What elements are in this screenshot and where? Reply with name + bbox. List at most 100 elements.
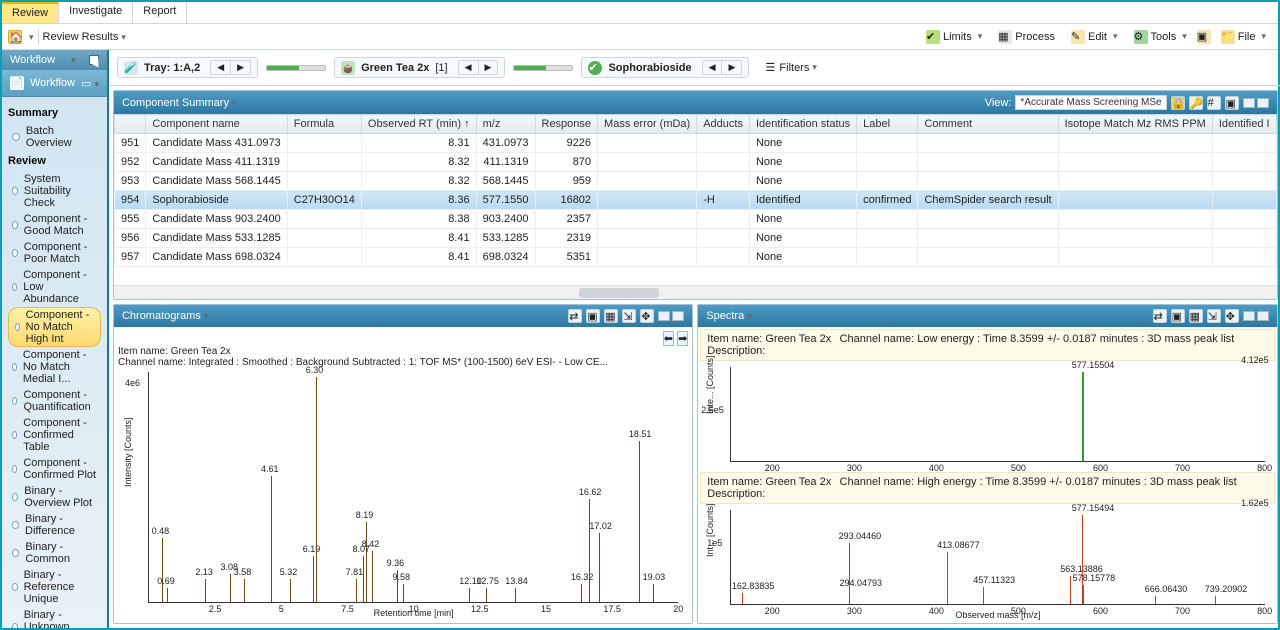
- tools-menu[interactable]: ⚙Tools: [1128, 28, 1193, 46]
- chrom-item: Item name: Green Tea 2x: [118, 346, 688, 357]
- chrom-ymax: 4e6: [125, 378, 140, 388]
- main-tabs: Review Investigate Report: [2, 2, 1278, 24]
- table-row[interactable]: 952Candidate Mass 411.13198.32411.131987…: [114, 153, 1276, 172]
- edit-menu[interactable]: ✎Edit: [1065, 28, 1124, 46]
- spec-win[interactable]: [1243, 311, 1269, 321]
- component-nav[interactable]: ◀▶: [702, 60, 743, 75]
- sidebar-item[interactable]: Component - No Match High Int: [8, 307, 101, 347]
- wf-opts-icon[interactable]: ▭: [81, 77, 99, 90]
- home-icon[interactable]: 🏠: [8, 30, 22, 44]
- sidebar-item[interactable]: Component - Good Match: [8, 211, 101, 239]
- col-header[interactable]: Comment: [918, 115, 1058, 134]
- sidebar-item[interactable]: Component - Quantification: [8, 387, 101, 415]
- col-header[interactable]: Observed RT (min) ↑: [361, 115, 476, 134]
- table-row[interactable]: 955Candidate Mass 903.24008.38903.240023…: [114, 210, 1276, 229]
- component-table[interactable]: Component nameFormulaObserved RT (min) ↑…: [114, 114, 1277, 267]
- filters-menu[interactable]: ☰Filters: [765, 61, 816, 75]
- view-label: View:: [985, 97, 1012, 109]
- export2-icon[interactable]: ⇲: [1207, 309, 1221, 323]
- table-row[interactable]: 954SophorabiosideC27H30O148.36577.155016…: [114, 191, 1276, 210]
- sample-icon: 🧉: [341, 61, 355, 75]
- col-header[interactable]: Isotope Match Mz RMS PPM: [1058, 115, 1212, 134]
- sidebar-item[interactable]: Binary - Unknown Unique: [8, 607, 101, 628]
- spectra-panel: Spectra ⇄ ▣ ▦ ⇲ ✥ Item name: Green Tea 2x Ch…: [697, 304, 1277, 624]
- workflow-title: 📄Workflow▭: [2, 70, 107, 97]
- sidebar-item[interactable]: Batch Overview: [8, 123, 101, 151]
- col-header[interactable]: Adducts: [697, 115, 750, 134]
- col-header[interactable]: Label: [857, 115, 918, 134]
- tab-review[interactable]: Review: [2, 2, 59, 23]
- spectra-title[interactable]: Spectra: [706, 310, 751, 322]
- context-bar: 🧪 Tray: 1:A,2 ◀▶ 🧉 Green Tea 2x [1] ◀▶ ✔…: [109, 50, 1280, 86]
- key-icon[interactable]: 🔑: [1189, 96, 1203, 110]
- spec-top-meta: Item name: Green Tea 2x Channel name: Lo…: [700, 329, 1274, 361]
- tab-report[interactable]: Report: [133, 2, 187, 23]
- view-select[interactable]: *Accurate Mass Screening MSe: [1015, 95, 1166, 110]
- home-dropdown[interactable]: [26, 31, 34, 43]
- link-icon[interactable]: ⇄: [568, 309, 582, 323]
- sidebar-item[interactable]: Binary - Common: [8, 539, 101, 567]
- spec-bot-xlab: Observed mass [m/z]: [955, 610, 1040, 620]
- copy4-icon[interactable]: ▣: [1171, 309, 1185, 323]
- table-row[interactable]: 951Candidate Mass 431.09738.31431.097392…: [114, 134, 1276, 153]
- table-row[interactable]: 956Candidate Mass 533.12858.41533.128523…: [114, 229, 1276, 248]
- sidebar-item[interactable]: Component - Confirmed Plot: [8, 455, 101, 483]
- spec-top-ytick: 2.5e5: [701, 405, 724, 415]
- col-header[interactable]: Component name: [146, 115, 287, 134]
- chromatograms-panel: Chromatograms ⇄ ▣ ▦ ⇲ ✥ ⬅ ➡ Item name: Green…: [113, 304, 693, 624]
- link2-icon[interactable]: ⇄: [1153, 309, 1167, 323]
- move2-icon[interactable]: ✥: [1225, 309, 1239, 323]
- spec-top-ymax: 4.12e5: [1241, 355, 1269, 365]
- col-header[interactable]: Identified I: [1212, 115, 1276, 134]
- collapse-icon[interactable]: ◀: [89, 55, 99, 65]
- sidebar-item[interactable]: System Suitability Check: [8, 171, 101, 211]
- cfg2-icon[interactable]: ▦: [1189, 309, 1203, 323]
- process-btn[interactable]: ▦Process: [992, 28, 1061, 46]
- sample-card[interactable]: 🧉 Green Tea 2x [1] ◀▶: [334, 57, 505, 78]
- sidebar-item[interactable]: Component - Low Abundance: [8, 267, 101, 307]
- workflow-dropdown[interactable]: [68, 54, 76, 66]
- col-header[interactable]: m/z: [476, 115, 535, 134]
- col-header[interactable]: Response: [535, 115, 598, 134]
- chrom-title[interactable]: Chromatograms: [122, 310, 208, 322]
- h-scrollbar[interactable]: [114, 285, 1277, 299]
- sidebar-item[interactable]: Binary - Difference: [8, 511, 101, 539]
- sidebar-item[interactable]: Binary - Reference Unique: [8, 567, 101, 607]
- lock-icon[interactable]: 🔒: [1171, 96, 1185, 110]
- tab-investigate[interactable]: Investigate: [59, 2, 133, 23]
- back-icon[interactable]: ⬅: [663, 331, 674, 346]
- sidebar-item[interactable]: Component - Poor Match: [8, 239, 101, 267]
- copy-icon[interactable]: ▣: [1197, 30, 1211, 44]
- grid-icon[interactable]: #: [1207, 96, 1221, 110]
- tray-card[interactable]: 🧪 Tray: 1:A,2 ◀▶: [117, 57, 258, 78]
- limits-menu[interactable]: ✔Limits: [920, 28, 988, 46]
- tray-progress: [266, 65, 326, 71]
- tray-nav[interactable]: ◀▶: [210, 60, 251, 75]
- panel-title[interactable]: Component Summary: [122, 97, 237, 109]
- file-menu[interactable]: 📁File: [1215, 28, 1272, 46]
- breadcrumb[interactable]: Review Results: [43, 31, 126, 43]
- fwd-icon[interactable]: ➡: [677, 331, 688, 346]
- sidebar-item[interactable]: Binary - Overview Plot: [8, 483, 101, 511]
- table-row[interactable]: 953Candidate Mass 568.14458.32568.144595…: [114, 172, 1276, 191]
- sidebar-item[interactable]: Component - No Match Medial I...: [8, 347, 101, 387]
- spectrum-top-plot[interactable]: Inte... [Counts] 2.5e5 4.12e5 2003004005…: [730, 367, 1264, 462]
- cfg-icon[interactable]: ▦: [604, 309, 618, 323]
- sample-nav[interactable]: ◀▶: [458, 60, 499, 75]
- spectrum-bot-plot[interactable]: Int... [Counts] Observed mass [m/z] 1e5 …: [730, 510, 1264, 605]
- panel-window-buttons[interactable]: [1243, 98, 1269, 108]
- copy2-icon[interactable]: ▣: [1225, 96, 1239, 110]
- component-card[interactable]: ✔ Sophorabioside ◀▶: [581, 57, 749, 78]
- copy3-icon[interactable]: ▣: [586, 309, 600, 323]
- chromatogram-plot[interactable]: Intensity [Counts] Retention time [min] …: [148, 372, 678, 603]
- col-header[interactable]: Formula: [287, 115, 361, 134]
- table-row[interactable]: 957Candidate Mass 698.03248.41698.032453…: [114, 248, 1276, 267]
- col-header[interactable]: Mass error (mDa): [598, 115, 697, 134]
- chrom-ylabel: Intensity [Counts]: [123, 417, 133, 487]
- col-header[interactable]: [114, 115, 145, 134]
- move-icon[interactable]: ✥: [640, 309, 654, 323]
- export-icon[interactable]: ⇲: [622, 309, 636, 323]
- sidebar-item[interactable]: Component - Confirmed Table: [8, 415, 101, 455]
- chrom-win[interactable]: [658, 311, 684, 321]
- col-header[interactable]: Identification status: [749, 115, 856, 134]
